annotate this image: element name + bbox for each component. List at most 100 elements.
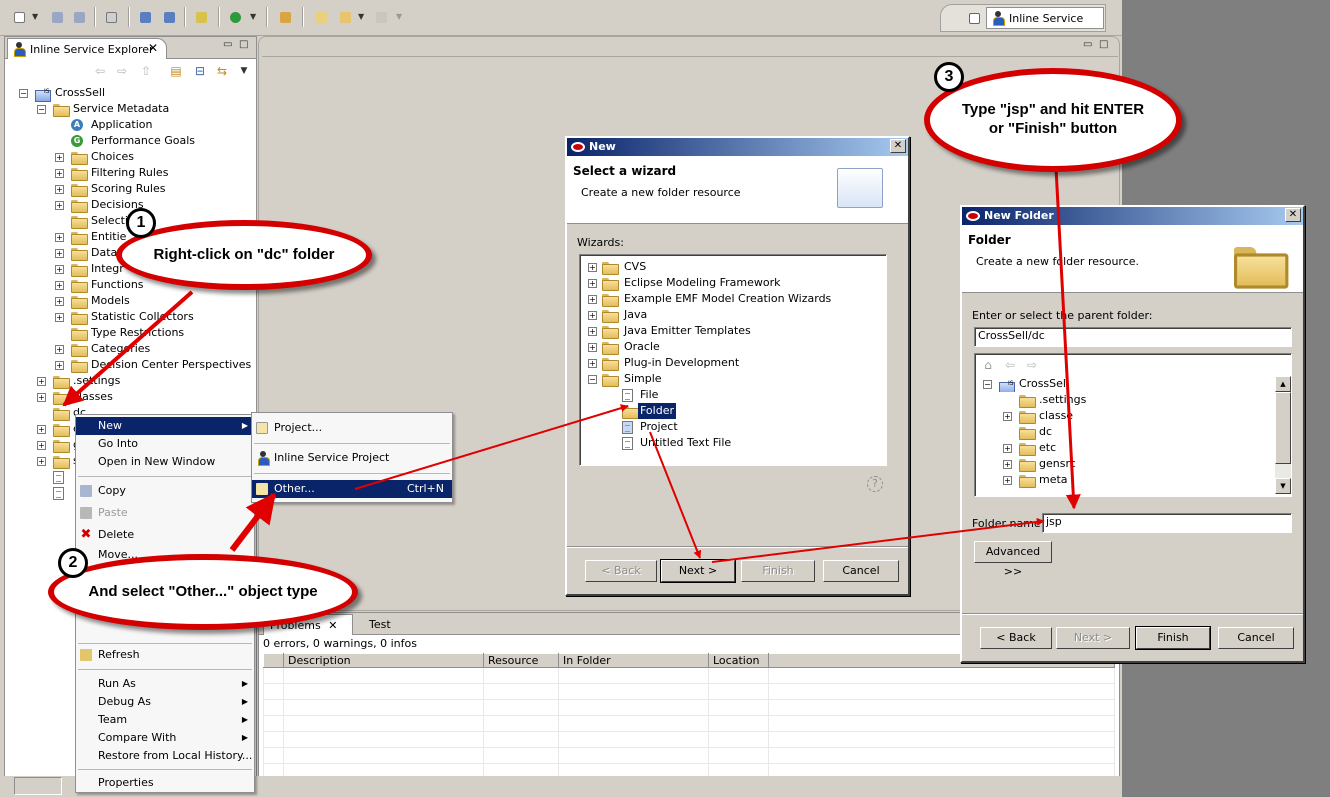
wizard-tree-item[interactable]: Untitled Text File (580, 435, 884, 451)
tree-item[interactable]: + Models (5, 293, 255, 309)
expand-icon[interactable]: + (588, 279, 597, 288)
collapse-icon[interactable]: − (19, 89, 28, 98)
wizard-tree-item[interactable]: + Oracle (580, 339, 884, 355)
tree-item[interactable]: − Service Metadata (5, 101, 255, 117)
tree-item[interactable]: Type Restrictions (5, 325, 255, 341)
expand-icon[interactable]: + (55, 185, 64, 194)
folder-tree-item[interactable]: .settings (975, 392, 1273, 408)
expand-icon[interactable]: + (55, 233, 64, 242)
up-icon[interactable]: ⇧ (139, 64, 153, 78)
close-icon[interactable]: ✕ (1285, 208, 1301, 222)
run-dropdown-icon[interactable]: ▼ (250, 9, 258, 25)
save-icon[interactable] (48, 9, 66, 25)
wizard-tree-item[interactable]: + Java (580, 307, 884, 323)
menu-item-copy[interactable]: Copy (76, 482, 254, 500)
menu-item-restore-local-history[interactable]: Restore from Local History... (76, 747, 254, 765)
expand-icon[interactable]: + (55, 249, 64, 258)
expand-icon[interactable]: + (588, 343, 597, 352)
collapse-icon[interactable]: − (983, 380, 992, 389)
expand-icon[interactable]: + (588, 327, 597, 336)
menu-item-open-in-new-window[interactable]: Open in New Window (76, 453, 254, 471)
sync-icon[interactable]: ⇆ (215, 64, 229, 78)
wizard-tree-item[interactable]: + Java Emitter Templates (580, 323, 884, 339)
binary-icon[interactable] (102, 9, 120, 25)
expand-icon[interactable]: + (588, 311, 597, 320)
menu-item-properties[interactable]: Properties (76, 774, 254, 792)
expand-icon[interactable]: + (1003, 444, 1012, 453)
scroll-up-icon[interactable]: ▲ (1275, 376, 1291, 392)
save-all-icon[interactable] (70, 9, 88, 25)
open-perspective-icon[interactable] (965, 10, 983, 26)
deploy-all-icon[interactable] (160, 9, 178, 25)
next-button[interactable]: Next > (1056, 627, 1130, 649)
folder-tree-item[interactable]: + meta (975, 472, 1273, 488)
back-icon[interactable]: ⇦ (93, 64, 107, 78)
expand-icon[interactable]: + (55, 265, 64, 274)
column-icon[interactable] (263, 653, 284, 668)
tree-item[interactable]: + Filtering Rules (5, 165, 255, 181)
wizard-tree-item[interactable]: + CVS (580, 259, 884, 275)
expand-icon[interactable]: + (37, 393, 46, 402)
menu-item-refresh[interactable]: Refresh (76, 646, 254, 664)
back-icon[interactable] (336, 9, 354, 25)
expand-icon[interactable]: + (37, 457, 46, 466)
tree-item[interactable]: A Application (5, 117, 255, 133)
next-button[interactable]: Next > (660, 559, 736, 583)
forward-icon[interactable]: ⇨ (115, 64, 129, 78)
expand-icon[interactable]: + (588, 359, 597, 368)
expand-icon[interactable]: + (37, 441, 46, 450)
finish-button[interactable]: Finish (1135, 626, 1211, 650)
column-location[interactable]: Location (708, 653, 769, 668)
menu-item-run-as[interactable]: Run As ▶ (76, 675, 254, 693)
close-icon[interactable]: ✕ (890, 139, 906, 153)
perspective-inline-service[interactable]: Inline Service (986, 7, 1104, 29)
menu-item-paste[interactable]: Paste (76, 504, 254, 522)
tree-item[interactable]: + classes (5, 389, 255, 405)
menu-item-new[interactable]: New ▶ (76, 417, 254, 435)
tab-test[interactable]: Test (363, 614, 397, 635)
expand-icon[interactable]: + (55, 169, 64, 178)
folder-tree-item[interactable]: + classe (975, 408, 1273, 424)
menu-item-team[interactable]: Team ▶ (76, 711, 254, 729)
search-icon[interactable] (276, 9, 294, 25)
expand-icon[interactable]: + (55, 297, 64, 306)
column-description[interactable]: Description (283, 653, 484, 668)
open-icon[interactable] (192, 9, 210, 25)
minimize-icon[interactable]: ▭ (1083, 39, 1094, 50)
expand-icon[interactable]: + (37, 377, 46, 386)
expand-icon[interactable]: + (37, 425, 46, 434)
collapse-icon[interactable]: − (37, 105, 46, 114)
back-icon[interactable]: ⇦ (1003, 358, 1017, 372)
expand-icon[interactable]: + (55, 313, 64, 322)
deploy-icon[interactable] (136, 9, 154, 25)
collapse-all-icon[interactable]: ▤ (169, 64, 183, 78)
tree-item[interactable]: + Decisions (5, 197, 255, 213)
expand-icon[interactable]: + (55, 345, 64, 354)
wizard-tree-item[interactable]: + Eclipse Modeling Framework (580, 275, 884, 291)
advanced-button[interactable]: Advanced >> (974, 541, 1052, 578)
view-menu-icon[interactable]: ▼ (237, 64, 251, 78)
tree-item[interactable]: + Decision Center Perspectives (5, 357, 255, 373)
maximize-icon[interactable]: □ (1099, 39, 1110, 50)
tree-item[interactable]: + Statistic Collectors (5, 309, 255, 325)
back-button[interactable]: < Back (585, 560, 657, 582)
vertical-scrollbar[interactable]: ▲ ▼ (1275, 376, 1291, 494)
wizard-tree-item[interactable]: Project (580, 419, 884, 435)
expand-icon[interactable]: + (55, 361, 64, 370)
menu-item-project[interactable]: Project... (252, 419, 452, 437)
menu-item-delete[interactable]: ✖ Delete (76, 526, 254, 544)
forward-icon[interactable]: ⇨ (1025, 358, 1039, 372)
tree-item[interactable]: G Performance Goals (5, 133, 255, 149)
back-button[interactable]: < Back (980, 627, 1052, 649)
fast-view-bar[interactable] (14, 777, 62, 795)
explorer-tab[interactable]: Inline Service Explorer ✕ (7, 38, 167, 59)
menu-item-compare-with[interactable]: Compare With ▶ (76, 729, 254, 747)
folder-tree-item[interactable]: dc (975, 424, 1273, 440)
link-editor-icon[interactable]: ⊟ (193, 64, 207, 78)
expand-icon[interactable]: + (55, 153, 64, 162)
menu-item-other[interactable]: Other... Ctrl+N (252, 480, 452, 498)
collapse-icon[interactable]: − (588, 375, 597, 384)
tree-item[interactable]: + .settings (5, 373, 255, 389)
scroll-thumb[interactable] (1275, 392, 1291, 464)
tree-item[interactable]: − CrossSell (5, 84, 255, 102)
